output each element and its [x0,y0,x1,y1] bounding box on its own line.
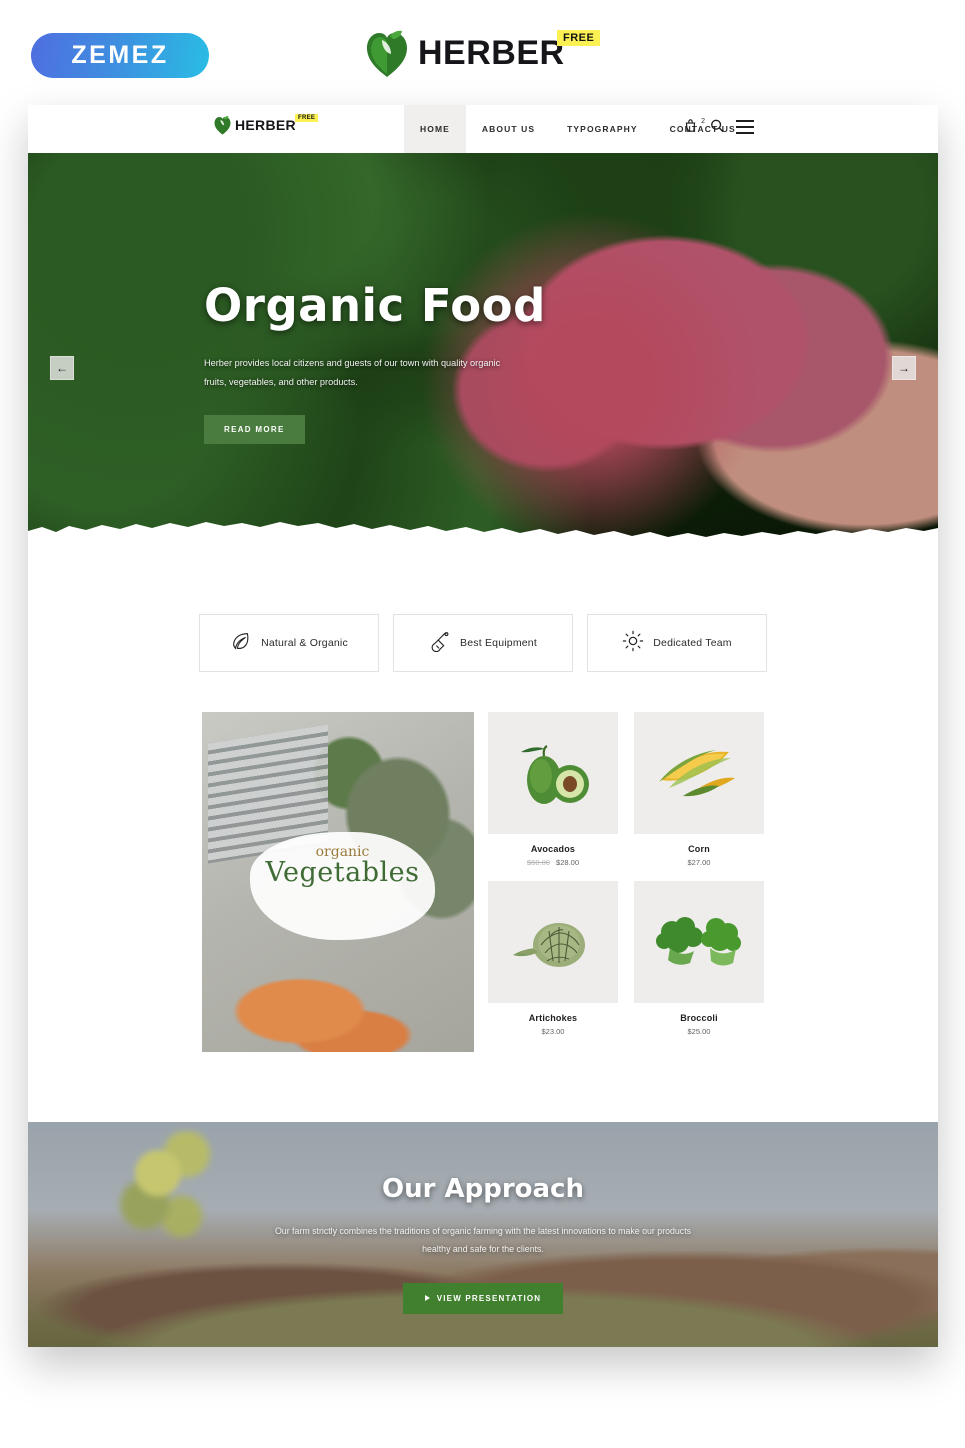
product-price: $25.00 [634,1027,764,1036]
approach-text: Our farm strictly combines the tradition… [274,1226,692,1255]
hamburger-menu-icon[interactable] [736,120,754,134]
feature-natural-organic[interactable]: Natural & Organic [199,614,379,672]
herber-brand: HERBER [366,28,565,78]
promo-text: organic Vegetables [250,844,435,888]
sun-icon [622,630,644,657]
site-logo[interactable]: HERBER [214,115,296,135]
product-old-price: $60.00 [527,858,550,867]
corn-image [634,712,764,834]
product-current-price: $27.00 [687,858,711,867]
nav-icon-group: 2 [684,118,754,136]
website-preview-card: HERBER FREE HOME ABOUT US TYPOGRAPHY CON… [28,105,938,1347]
read-more-button[interactable]: READ MORE [204,414,305,444]
nav-item-about-us[interactable]: ABOUT US [466,105,551,153]
cart-count-badge: 2 [701,118,705,125]
promo-big-text: Vegetables [265,857,420,888]
product-price: $60.00 $28.00 [488,858,618,867]
approach-title: Our Approach [382,1174,584,1204]
play-icon [424,1295,430,1302]
product-current-price: $23.00 [541,1027,565,1036]
product-card-broccoli[interactable]: Broccoli $25.00 [634,881,764,1036]
feature-label: Best Equipment [460,637,537,649]
features-row: Natural & Organic Best Equipment Dedicat… [28,614,938,672]
leaf-icon [230,630,252,657]
shovel-icon [429,630,451,657]
features-section: Natural & Organic Best Equipment Dedicat… [28,548,938,672]
site-logo-text: HERBER [235,117,296,133]
artichoke-image [488,881,618,1003]
leaf-heart-icon [366,28,408,78]
slider-prev-arrow-icon[interactable]: ← [50,356,74,380]
product-current-price: $28.00 [556,858,579,867]
site-navigation-bar: HERBER FREE HOME ABOUT US TYPOGRAPHY CON… [28,105,938,153]
product-grid: Avocados $60.00 $28.00 Corn $27.00 Artic… [488,712,764,1036]
hero-content: Organic Food Herber provides local citiz… [204,283,674,444]
nav-item-typography[interactable]: TYPOGRAPHY [551,105,654,153]
top-brand-bar: ZEMEZ HERBER FREE [0,0,965,96]
cart-icon[interactable]: 2 [684,118,705,136]
leaf-heart-icon [214,115,231,135]
slider-next-arrow-icon[interactable]: → [892,356,916,380]
feature-label: Dedicated Team [653,637,732,649]
free-badge: FREE [557,30,601,46]
feature-dedicated-team[interactable]: Dedicated Team [587,614,767,672]
product-price: $27.00 [634,858,764,867]
herber-brand-text: HERBER [418,33,565,72]
product-card-avocados[interactable]: Avocados $60.00 $28.00 [488,712,618,867]
zemez-logo-text: ZEMEZ [71,41,169,69]
product-current-price: $25.00 [687,1027,711,1036]
feature-label: Natural & Organic [261,637,348,649]
product-card-corn[interactable]: Corn $27.00 [634,712,764,867]
view-presentation-label: VIEW PRESENTATION [436,1293,542,1303]
zemez-logo[interactable]: ZEMEZ [31,33,209,78]
product-name: Artichokes [528,1013,578,1023]
approach-content: Our Approach Our farm strictly combines … [28,1122,938,1314]
view-presentation-button[interactable]: VIEW PRESENTATION [402,1282,564,1314]
avocado-image [488,712,618,834]
hero-subtitle: Herber provides local citizens and guest… [204,358,501,388]
broccoli-image [634,881,764,1003]
product-name: Avocados [530,844,576,854]
product-name: Corn [688,844,710,854]
hero-title: Organic Food [204,279,546,332]
feature-best-equipment[interactable]: Best Equipment [393,614,573,672]
site-logo-free-badge: FREE [295,114,319,122]
our-approach-section: Our Approach Our farm strictly combines … [28,1122,938,1347]
promo-vegetables-card[interactable]: organic Vegetables [202,712,474,1052]
product-price: $23.00 [488,1027,618,1036]
products-section: organic Vegetables Avocados $60.00 $28.0… [28,672,938,1122]
search-icon[interactable] [710,118,726,136]
nav-item-home[interactable]: HOME [404,105,466,153]
torn-paper-divider [28,522,938,548]
product-name: Broccoli [680,1013,718,1023]
product-card-artichokes[interactable]: Artichokes $23.00 [488,881,618,1036]
hero-slider: Organic Food Herber provides local citiz… [28,153,938,548]
